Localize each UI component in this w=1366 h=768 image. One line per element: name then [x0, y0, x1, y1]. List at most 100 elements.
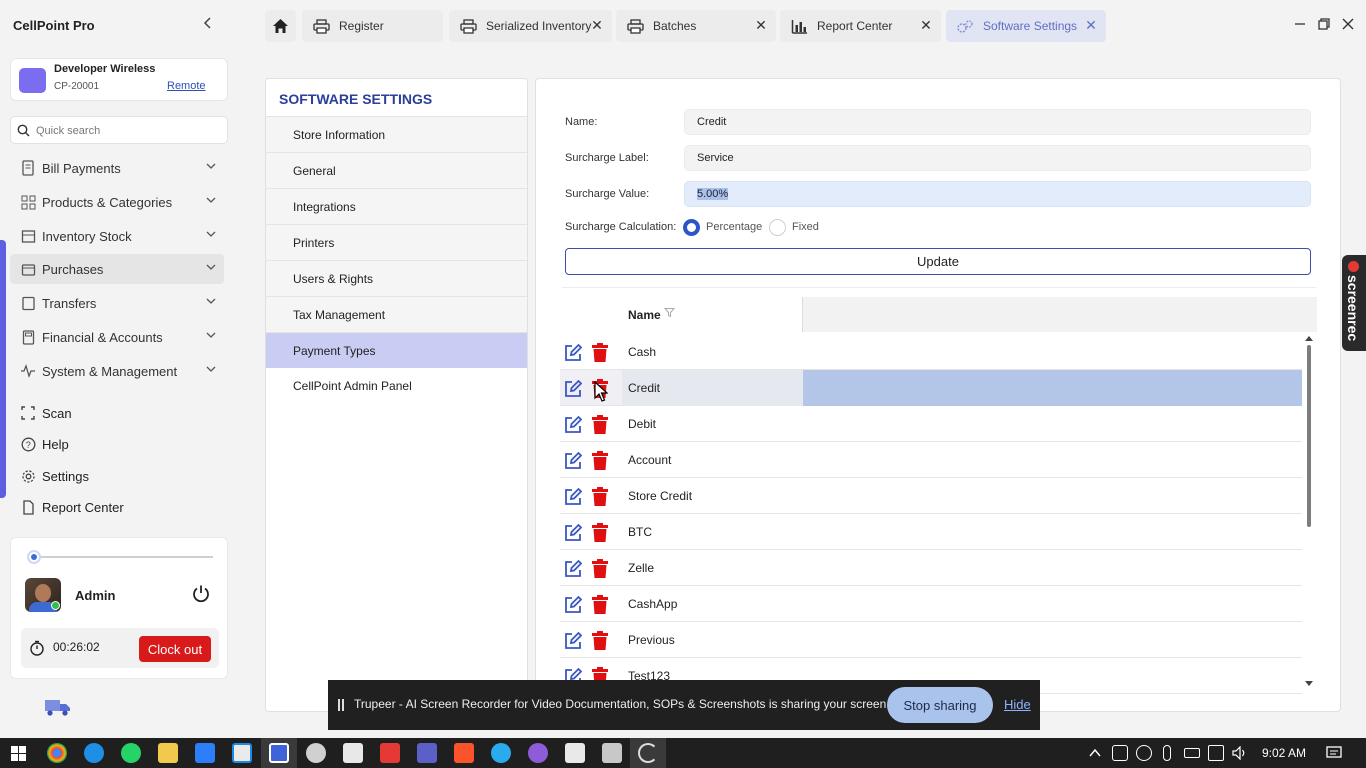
nav-report-center[interactable]: Report Center	[12, 495, 212, 519]
news-app-icon[interactable]	[343, 743, 363, 763]
close-icon[interactable]: ✕	[1084, 18, 1098, 32]
remote-link[interactable]: Remote	[167, 80, 206, 92]
fixed-radio[interactable]	[769, 219, 786, 236]
settings-item-cellpoint-admin-panel[interactable]: CellPoint Admin Panel	[266, 368, 527, 404]
edit-icon[interactable]	[563, 559, 583, 579]
home-tab[interactable]	[265, 10, 296, 42]
microphone-icon[interactable]	[1163, 745, 1171, 761]
notepad-icon[interactable]	[565, 743, 585, 763]
close-icon[interactable]: ✕	[590, 18, 604, 32]
pause-icon[interactable]	[338, 699, 344, 711]
settings-item-payment-types[interactable]: Payment Types	[266, 332, 527, 368]
surcharge-value-field[interactable]: 5.00%	[684, 181, 1311, 207]
table-row[interactable]: BTC	[560, 514, 1302, 550]
settings-item-tax-management[interactable]: Tax Management	[266, 296, 527, 332]
close-icon[interactable]: ✕	[754, 18, 768, 32]
trash-icon[interactable]	[591, 523, 609, 543]
nav-scan[interactable]: Scan	[12, 401, 212, 425]
grid-scrollbar[interactable]	[1305, 335, 1313, 687]
nav-settings[interactable]: Settings	[12, 464, 212, 488]
brave-icon[interactable]	[454, 743, 474, 763]
settings-item-integrations[interactable]: Integrations	[266, 188, 527, 224]
scrollbar-thumb[interactable]	[1307, 345, 1311, 527]
table-row[interactable]: Debit	[560, 406, 1302, 442]
trash-icon[interactable]	[591, 559, 609, 579]
network-icon[interactable]	[1208, 745, 1224, 761]
edit-icon[interactable]	[563, 595, 583, 615]
trash-icon[interactable]	[591, 595, 609, 615]
tab-register[interactable]: Register	[302, 10, 443, 42]
tab-software-settings[interactable]: Software Settings ✕	[946, 10, 1106, 42]
trash-icon[interactable]	[591, 451, 609, 471]
edit-icon[interactable]	[563, 415, 583, 435]
edge-icon[interactable]	[84, 743, 104, 763]
delivery-truck-icon[interactable]	[43, 697, 73, 722]
edit-icon[interactable]	[563, 487, 583, 507]
table-row[interactable]: Store Credit	[560, 478, 1302, 514]
onedrive-icon[interactable]	[1136, 745, 1152, 761]
filter-icon[interactable]	[664, 307, 675, 318]
trash-icon[interactable]	[591, 631, 609, 651]
close-window-button[interactable]	[1340, 16, 1356, 32]
hide-banner-link[interactable]: Hide	[1004, 697, 1031, 712]
restore-window-button[interactable]	[1316, 16, 1332, 32]
chevron-up-icon[interactable]	[1089, 748, 1101, 757]
table-row[interactable]: Zelle	[560, 550, 1302, 586]
surcharge-label-field[interactable]	[684, 145, 1311, 171]
nav-products-categories[interactable]: Products & Categories	[10, 187, 224, 217]
anydesk-icon[interactable]	[380, 743, 400, 763]
telegram-icon[interactable]	[491, 743, 511, 763]
cellpoint-app-icon[interactable]	[269, 743, 289, 763]
file-explorer-icon[interactable]	[158, 743, 178, 763]
table-row[interactable]: Cash	[560, 334, 1302, 370]
whatsapp-icon[interactable]	[121, 743, 141, 763]
edit-icon[interactable]	[563, 343, 583, 363]
notifications-icon[interactable]	[1326, 746, 1342, 761]
nav-transfers[interactable]: Transfers	[10, 288, 224, 318]
calculator-app-icon[interactable]	[602, 743, 622, 763]
settings-item-store-information[interactable]: Store Information	[266, 116, 527, 152]
edit-icon[interactable]	[563, 451, 583, 471]
nav-help[interactable]: ? Help	[12, 432, 212, 456]
trash-icon[interactable]	[591, 343, 609, 363]
store-app-icon[interactable]	[195, 743, 215, 763]
windows-start-icon[interactable]	[11, 746, 26, 761]
browser-icon[interactable]	[528, 743, 548, 763]
taskbar-clock[interactable]: 9:02 AM	[1262, 746, 1306, 760]
table-row[interactable]: Credit	[560, 370, 1302, 406]
table-row[interactable]: CashApp	[560, 586, 1302, 622]
nav-purchases[interactable]: Purchases	[10, 254, 224, 284]
volume-icon[interactable]	[1232, 746, 1248, 760]
update-button[interactable]: Update	[565, 248, 1311, 275]
edit-icon[interactable]	[563, 379, 583, 399]
grid-header-name[interactable]: Name	[622, 297, 803, 332]
collapse-sidebar-button[interactable]	[200, 16, 216, 34]
minimize-window-button[interactable]	[1292, 16, 1308, 32]
snipping-tool-icon[interactable]	[232, 743, 252, 763]
tab-serialized-inventory[interactable]: Serialized Inventory ✕	[449, 10, 612, 42]
table-row[interactable]: Previous	[560, 622, 1302, 658]
edit-icon[interactable]	[563, 631, 583, 651]
progress-slider-thumb[interactable]	[27, 550, 41, 564]
teams-icon[interactable]	[417, 743, 437, 763]
screenrec-side-tab[interactable]: screenrec	[1342, 255, 1366, 351]
scroll-up-icon[interactable]	[1305, 335, 1313, 341]
trash-icon[interactable]	[591, 487, 609, 507]
settings-item-printers[interactable]: Printers	[266, 224, 527, 260]
power-button[interactable]	[191, 584, 213, 606]
percentage-radio[interactable]	[683, 219, 700, 236]
edit-icon[interactable]	[563, 523, 583, 543]
tray-app-icon[interactable]	[1112, 745, 1128, 761]
scroll-down-icon[interactable]	[1305, 681, 1313, 687]
chrome-icon[interactable]	[47, 743, 67, 763]
tab-report-center[interactable]: Report Center ✕	[780, 10, 941, 42]
settings-item-users-rights[interactable]: Users & Rights	[266, 260, 527, 296]
nav-bill-payments[interactable]: Bill Payments	[10, 153, 224, 183]
nav-inventory-stock[interactable]: Inventory Stock	[10, 221, 224, 251]
battery-icon[interactable]	[1184, 748, 1200, 758]
search-input[interactable]	[36, 121, 222, 140]
table-row[interactable]: Account	[560, 442, 1302, 478]
settings-item-general[interactable]: General	[266, 152, 527, 188]
trash-icon[interactable]	[591, 415, 609, 435]
clock-out-button[interactable]: Clock out	[139, 636, 211, 662]
